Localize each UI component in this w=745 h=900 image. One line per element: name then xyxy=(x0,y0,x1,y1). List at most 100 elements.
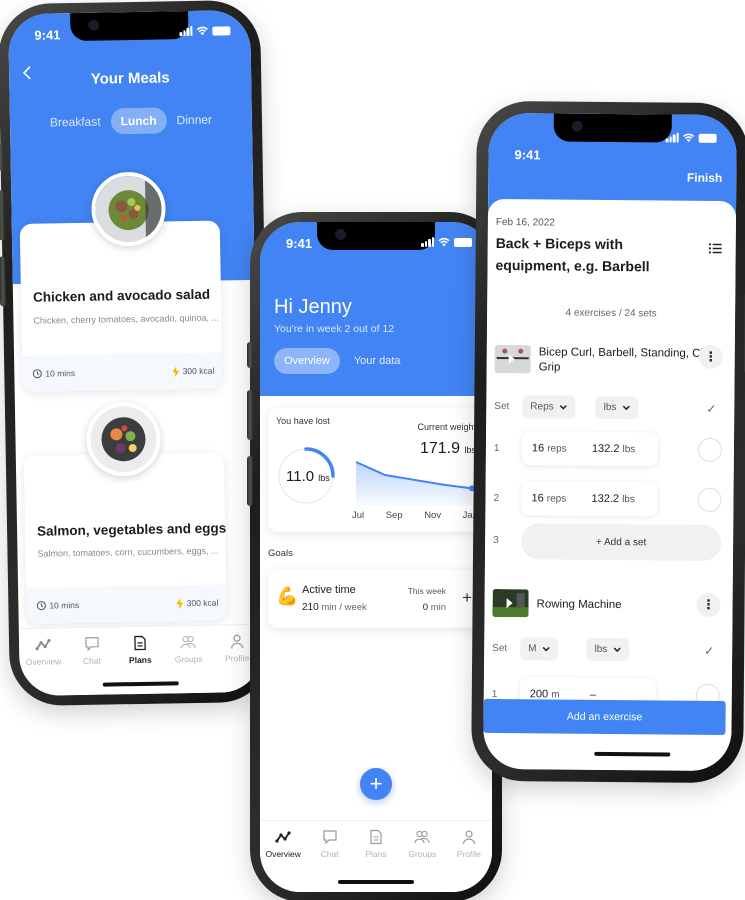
chevron-down-icon xyxy=(613,647,621,653)
notch xyxy=(317,222,435,250)
segment-breakfast[interactable]: Breakfast xyxy=(50,115,101,130)
tab-your-data[interactable]: Your data xyxy=(354,355,401,367)
add-button[interactable]: + xyxy=(360,768,392,800)
set-complete-checkbox[interactable] xyxy=(697,487,722,512)
meal-calories-value: 300 kcal xyxy=(186,597,219,609)
meal-ingredients: Chicken, cherry tomatoes, avocado, quino… xyxy=(33,312,220,326)
tab-label: Overview xyxy=(265,849,301,859)
goals-heading: Goals xyxy=(268,548,293,559)
segment-dinner[interactable]: Dinner xyxy=(176,113,212,128)
workout-sheet: Feb 16, 2022 Back + Biceps with equipmen… xyxy=(483,198,737,772)
signal-icon xyxy=(665,132,679,143)
tab-overview[interactable]: Overview xyxy=(22,636,65,696)
set-input[interactable]: 16 reps 132.2 lbs xyxy=(521,481,658,517)
chart-area xyxy=(356,462,472,506)
exercise-name: Rowing Machine xyxy=(536,598,622,612)
tab-label: Groups xyxy=(408,849,437,859)
reps-unit: reps xyxy=(547,443,567,455)
meal-segment-control: Breakfast Lunch Dinner xyxy=(10,106,252,136)
wifi-icon xyxy=(683,133,695,143)
add-goal-progress-button[interactable]: + xyxy=(462,588,472,608)
greeting: Hi Jenny xyxy=(274,296,352,318)
meal-ingredients: Salmon, tomatoes, corn, cucumbers, eggs,… xyxy=(37,545,219,559)
volume-up-button xyxy=(0,190,6,241)
camera-icon xyxy=(335,229,346,240)
home-indicator[interactable] xyxy=(338,880,414,884)
overview-icon xyxy=(275,831,291,843)
finish-button[interactable]: Finish xyxy=(687,171,722,185)
list-icon[interactable] xyxy=(708,243,722,257)
plans-icon xyxy=(370,829,382,845)
lost-value: 11.0 lbs xyxy=(286,468,330,485)
weight-unit: lbs xyxy=(622,444,636,456)
workout-date: Feb 16, 2022 xyxy=(495,216,555,229)
unit-a-value: M xyxy=(528,643,537,655)
mute-switch xyxy=(0,144,4,171)
set-column-label: Set xyxy=(494,400,510,413)
chart-x-labels: Jul Sep Nov Jan xyxy=(352,510,478,521)
battery-icon xyxy=(698,133,717,143)
meal-footer: 10 mins 300 kcal xyxy=(22,352,223,392)
unit-b-select[interactable]: lbs xyxy=(595,395,639,420)
unit-a-value: Reps xyxy=(530,401,554,413)
tab-label: Profile xyxy=(224,653,250,664)
segment-lunch[interactable]: Lunch xyxy=(110,107,167,135)
set-row: 2 16 reps 132.2 lbs xyxy=(493,481,722,517)
this-week-number: 0 xyxy=(422,602,429,613)
set-complete-checkbox[interactable] xyxy=(697,437,723,462)
unit-a-select[interactable]: M xyxy=(520,637,559,661)
exercise-thumbnail[interactable] xyxy=(494,344,531,374)
volume-down-button xyxy=(0,256,7,307)
lightning-icon xyxy=(176,597,184,609)
unit-a-select[interactable]: Reps xyxy=(522,395,576,419)
set-header: Set M lbs ✓ xyxy=(492,637,720,662)
add-exercise-button[interactable]: Add an exercise xyxy=(483,698,726,736)
overview-tabs: Overview Your data xyxy=(274,348,401,374)
current-weight-label: Current weight xyxy=(417,422,476,432)
meal-time: 10 mins xyxy=(32,368,75,379)
weight-unit: lbs xyxy=(622,494,635,506)
meal-time: 10 mins xyxy=(36,600,79,611)
battery-icon xyxy=(454,237,472,247)
more-vertical-icon: ⋮ xyxy=(704,348,718,364)
lost-number: 11.0 xyxy=(286,468,315,485)
this-week-value: 0 min xyxy=(423,602,446,613)
meal-calories: 300 kcal xyxy=(176,597,219,609)
meal-footer: 10 mins 300 kcal xyxy=(26,584,227,624)
tab-label: Overview xyxy=(25,656,62,667)
chat-icon xyxy=(84,637,99,652)
status-time: 9:41 xyxy=(514,147,541,163)
exercise-thumbnail[interactable] xyxy=(492,588,529,618)
current-weight-number: 171.9 xyxy=(419,440,461,457)
goal-card[interactable]: 💪 Active time 210 min / week This week 0… xyxy=(268,570,484,628)
lost-unit: lbs xyxy=(318,473,330,483)
groups-icon xyxy=(180,635,197,649)
chat-icon xyxy=(322,830,337,845)
phone-overview: 9:41 Hi Jenny You're in week 2 out of 12… xyxy=(247,212,502,900)
tab-overview[interactable]: Overview xyxy=(262,829,304,892)
this-week-label: This week xyxy=(407,586,446,596)
wifi-icon xyxy=(196,26,208,36)
tab-overview-section[interactable]: Overview xyxy=(274,348,340,374)
chart-x-label: Jul xyxy=(352,510,365,521)
weight-card[interactable]: You have lost 11.0 lbs Current weight 17… xyxy=(268,408,484,532)
home-indicator[interactable] xyxy=(594,751,671,757)
exercise-more-button[interactable]: ⋮ xyxy=(698,344,723,369)
unit-b-select[interactable]: lbs xyxy=(586,637,630,662)
set-number: 1 xyxy=(493,442,500,454)
phone-workout: 9:41 Finish Feb 16, 2022 Back + Biceps w… xyxy=(471,100,745,784)
tab-label: Chat xyxy=(82,655,102,666)
set-header: Set Reps lbs ✓ xyxy=(494,395,722,420)
add-set-button[interactable]: + Add a set xyxy=(520,523,722,561)
week-progress-text: You're in week 2 out of 12 xyxy=(274,323,395,335)
chevron-down-icon xyxy=(560,405,568,410)
tab-profile[interactable]: Profile xyxy=(448,829,490,892)
meal-card[interactable]: Salmon, vegetables and eggs Salmon, toma… xyxy=(23,452,227,624)
workout-summary: 4 exercises / 24 sets xyxy=(565,307,657,320)
volume-down-button xyxy=(247,456,253,506)
exercise-more-button[interactable]: ⋮ xyxy=(696,592,721,617)
set-input[interactable]: 16 reps 132.2 lbs xyxy=(521,431,659,467)
meal-card[interactable]: Chicken and avocado salad Chicken, cherr… xyxy=(19,220,223,392)
weight-number: 132.2 xyxy=(591,442,620,456)
battery-icon xyxy=(212,25,231,36)
